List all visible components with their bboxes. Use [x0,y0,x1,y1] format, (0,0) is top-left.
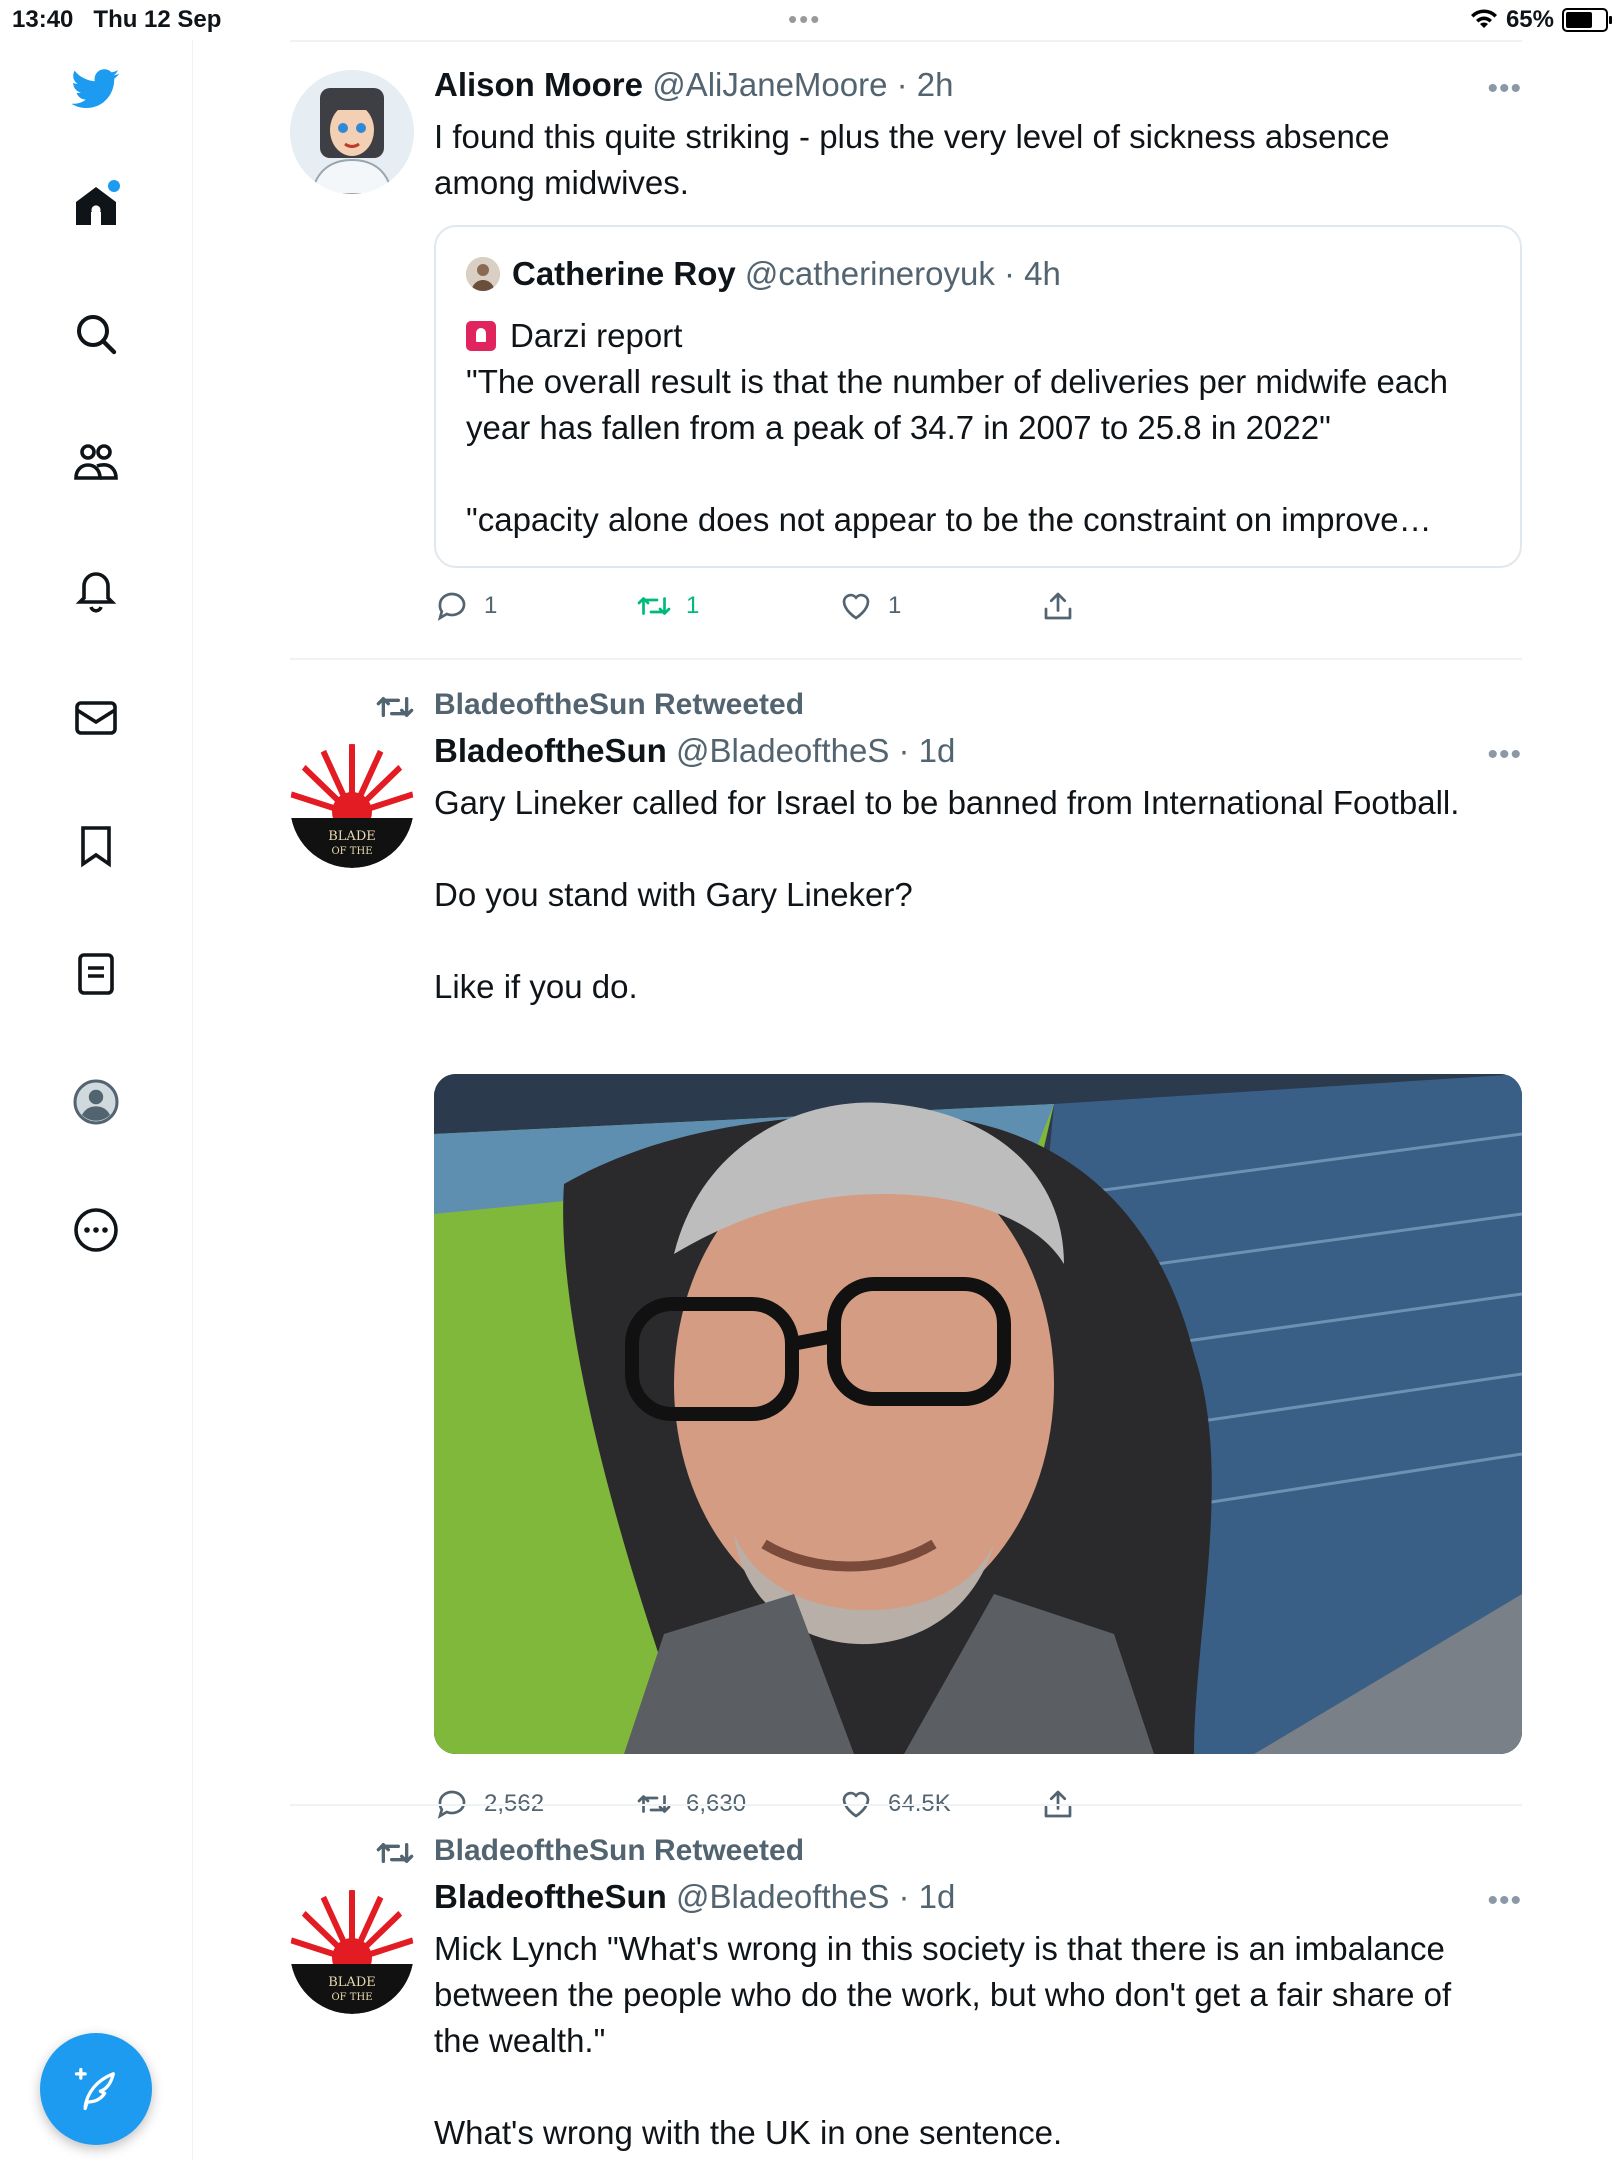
retweet-icon [376,697,414,717]
tweet-header: Alison Moore @AliJaneMoore · 2h [434,66,954,104]
retweet-icon [637,597,671,615]
tweet-text: Mick Lynch "What's wrong in this society… [434,1930,1452,2151]
retweeted-by-label[interactable]: BladeoftheSun Retweeted [434,688,804,722]
home-icon[interactable] [70,180,122,232]
quoted-author-handle: @catherineroyuk [744,255,995,292]
like-button[interactable]: 1 [838,588,901,624]
sidebar [0,40,193,2160]
reply-icon [437,592,466,621]
tweet-actions: 1 1 1 [434,588,1134,632]
tweet-time[interactable]: · 2h [897,66,954,103]
more-circle-icon[interactable] [70,1204,122,1256]
more-options-icon[interactable]: ••• [1487,738,1522,772]
svg-text:OF THE: OF THE [331,846,372,857]
battery-percent: 65% [1505,6,1554,33]
author-handle[interactable]: @BladeoftheS [676,732,889,769]
tweet[interactable]: BladeoftheSun Retweeted BLADE OF THE Bla… [290,1806,1522,2160]
bookmark-icon[interactable] [70,820,122,872]
tweet-text: Gary Lineker called for Israel to be ban… [434,784,1460,1005]
quoted-tweet-title: Darzi report [510,317,683,354]
tweet[interactable]: BladeoftheSun Retweeted BLADE OF THE Bla… [290,660,1522,1819]
siren-emoji-icon [466,321,496,351]
status-indicators: 65% [1470,6,1612,34]
reply-count: 1 [484,592,498,619]
battery-icon [1562,8,1612,32]
like-count: 1 [888,592,902,619]
status-time: 13:40 Thu 12 Sep [12,6,222,33]
status-bar: 13:40 Thu 12 Sep ••• 65% [0,0,1620,40]
tweet-header: BladeoftheSun @BladeoftheS · 1d [434,732,955,770]
avatar[interactable]: BLADE OF THE [290,744,414,868]
quoted-tweet-header: Catherine Roy @catherineroyuk · 4h [466,255,1061,293]
tweet-time[interactable]: · 1d [899,732,956,769]
compose-tweet-button[interactable] [40,2033,152,2145]
svg-text:BLADE: BLADE [328,829,376,844]
wifi-icon [1470,9,1497,28]
reply-button[interactable]: 1 [434,588,497,624]
more-options-icon[interactable]: ••• [1487,1884,1522,1918]
quoted-tweet-text: "The overall result is that the number o… [466,363,1449,538]
author-name[interactable]: BladeoftheSun [434,732,667,769]
quoted-avatar [466,257,500,291]
tweet-header: BladeoftheSun @BladeoftheS · 1d [434,1878,955,1916]
list-icon[interactable] [70,948,122,1000]
svg-text:BLADE: BLADE [328,1975,376,1990]
home-unread-dot [108,180,120,192]
more-options-icon[interactable]: ••• [1487,72,1522,106]
quoted-tweet-body: Darzi report "The overall result is that… [466,313,1496,543]
tweet-time[interactable]: · 1d [899,1878,956,1915]
profile-icon[interactable] [70,1076,122,1128]
heart-icon [842,593,870,620]
author-name[interactable]: BladeoftheSun [434,1878,667,1915]
svg-text:OF THE: OF THE [331,1992,372,2003]
author-handle[interactable]: @AliJaneMoore [652,66,887,103]
multitasking-dots[interactable]: ••• [788,4,821,35]
quoted-tweet[interactable]: Catherine Roy @catherineroyuk · 4h Darzi… [434,225,1522,568]
share-icon [1044,592,1072,620]
twitter-logo-icon[interactable] [70,62,122,114]
avatar[interactable]: BLADE OF THE [290,1890,414,2014]
search-icon[interactable] [70,308,122,360]
avatar[interactable] [290,70,414,194]
bell-icon[interactable] [70,564,122,616]
retweet-icon [376,1843,414,1863]
communities-icon[interactable] [70,436,122,488]
retweet-count: 1 [686,592,700,619]
quoted-author-name: Catherine Roy [512,255,736,292]
tweet[interactable]: Alison Moore @AliJaneMoore · 2h ••• I fo… [290,40,1522,660]
share-button[interactable] [1040,588,1076,624]
quoted-tweet-time: · 4h [1004,255,1061,292]
mail-icon[interactable] [70,692,122,744]
tweet-image[interactable] [434,1074,1522,1754]
tweet-text: I found this quite striking - plus the v… [434,118,1390,201]
author-name[interactable]: Alison Moore [434,66,643,103]
compose-icon [74,2067,115,2111]
author-handle[interactable]: @BladeoftheS [676,1878,889,1915]
retweet-button[interactable]: 1 [636,588,699,624]
retweeted-by-label[interactable]: BladeoftheSun Retweeted [434,1834,804,1868]
